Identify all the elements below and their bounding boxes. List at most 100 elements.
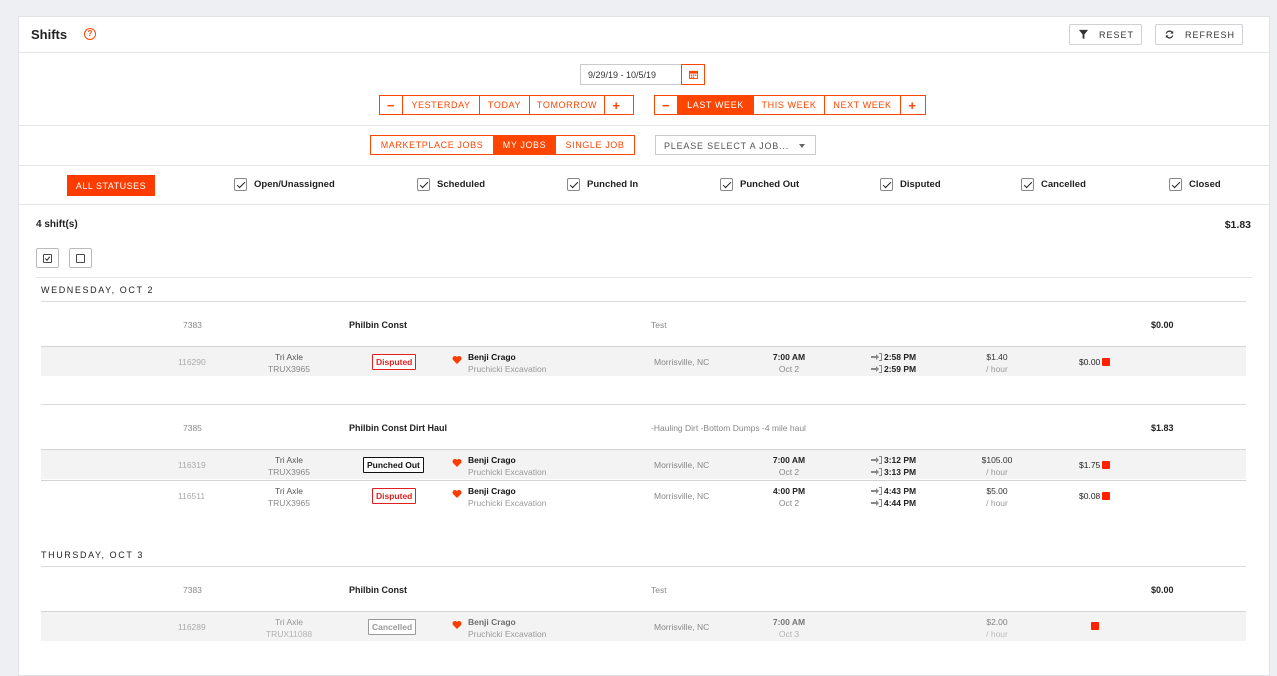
shift-row[interactable]: 116319 Tri Axle TRUX3965 Punched Out Benj…	[41, 449, 1246, 479]
note-icon[interactable]	[1102, 358, 1111, 366]
job-description: -Hauling Dirt -Bottom Dumps -4 mile haul	[651, 423, 806, 433]
checkbox-checked-icon	[43, 253, 52, 263]
day-header: THURSDAY, OCT 3	[41, 550, 145, 560]
checkbox-checked-icon	[880, 178, 893, 191]
status-filter-row: ALL STATUSES Open/Unassigned Scheduled P…	[19, 166, 1269, 205]
punch-out-icon	[871, 468, 882, 476]
date-range-input[interactable]: 9/29/19 - 10/5/19	[580, 64, 682, 85]
heart-icon[interactable]	[452, 620, 462, 630]
day-nav: − YESTERDAY TODAY TOMORROW +	[379, 95, 634, 115]
shift-rate: $1.40/ hour	[986, 352, 1008, 374]
heart-icon[interactable]	[452, 489, 462, 499]
prev-day-button[interactable]: −	[380, 96, 403, 114]
shift-id: 116289	[178, 622, 206, 632]
checkbox-checked-icon	[1169, 178, 1182, 191]
note-icon[interactable]	[1102, 461, 1111, 469]
shift-start: 7:00 AM Oct 2	[772, 455, 806, 477]
reset-button[interactable]: RESET	[1069, 24, 1142, 45]
status-closed-checkbox[interactable]: Closed	[1169, 178, 1221, 191]
select-all-button[interactable]	[36, 248, 59, 268]
prev-week-button[interactable]: −	[655, 96, 678, 114]
shift-start: 7:00 AM Oct 3	[772, 617, 806, 639]
shift-pay: $0.08	[1079, 491, 1111, 501]
status-disputed-checkbox[interactable]: Disputed	[880, 178, 941, 191]
job-name[interactable]: Philbin Const	[349, 320, 407, 330]
job-id: 7385	[183, 423, 202, 433]
marketplace-jobs-tab[interactable]: MARKETPLACE JOBS	[371, 136, 494, 154]
job-description: Test	[651, 585, 667, 595]
all-statuses-button[interactable]: ALL STATUSES	[67, 175, 155, 196]
punch-times: 2:58 PM 2:59 PM	[871, 351, 916, 375]
job-filter-row: MARKETPLACE JOBS MY JOBS SINGLE JOB PLEA…	[19, 126, 1269, 166]
shift-row[interactable]: 116290 Tri Axle TRUX3965 Disputed Benji C…	[41, 346, 1246, 376]
status-badge: Cancelled	[368, 619, 417, 635]
calendar-icon	[688, 70, 698, 79]
truck-info: Tri Axle TRUX3965	[267, 486, 311, 508]
help-icon[interactable]: ?	[84, 28, 96, 40]
shift-count: 4 shift(s)	[36, 219, 78, 230]
note-icon[interactable]	[1091, 622, 1099, 630]
refresh-button[interactable]: REFRESH	[1155, 24, 1243, 45]
refresh-icon	[1165, 30, 1174, 39]
job-select[interactable]: PLEASE SELECT A JOB...	[655, 135, 816, 155]
punch-in-icon	[871, 456, 882, 464]
status-badge: Disputed	[372, 488, 417, 504]
day-header: WEDNESDAY, OCT 2	[41, 285, 155, 295]
single-job-tab[interactable]: SINGLE JOB	[556, 136, 634, 154]
header-bar: Shifts ? RESET REFRESH	[19, 17, 1269, 53]
today-button[interactable]: TODAY	[480, 96, 530, 114]
calendar-button[interactable]	[681, 64, 705, 85]
status-scheduled-checkbox[interactable]: Scheduled	[417, 178, 485, 191]
job-name[interactable]: Philbin Const	[349, 585, 407, 595]
status-punched-out-checkbox[interactable]: Punched Out	[720, 178, 799, 191]
job-scope-toggle: MARKETPLACE JOBS MY JOBS SINGLE JOB	[370, 135, 635, 155]
driver-info: Benji Crago Pruchicki Excavation	[468, 352, 547, 374]
job-row[interactable]: 7383 Philbin Const Test $0.00	[41, 311, 1246, 339]
status-punched-in-checkbox[interactable]: Punched In	[567, 178, 638, 191]
last-week-button[interactable]: LAST WEEK	[678, 96, 754, 114]
tomorrow-button[interactable]: TOMORROW	[530, 96, 605, 114]
shift-location: Morrisville, NC	[654, 357, 710, 367]
shift-location: Morrisville, NC	[654, 460, 710, 470]
job-id: 7383	[183, 585, 202, 595]
punch-out-icon	[871, 365, 882, 373]
checkbox-checked-icon	[567, 178, 580, 191]
shift-start: 4:00 PM Oct 2	[772, 486, 806, 508]
status-open-checkbox[interactable]: Open/Unassigned	[234, 178, 335, 191]
driver-info: Benji Crago Pruchicki Excavation	[468, 455, 547, 477]
checkbox-checked-icon	[234, 178, 247, 191]
shift-row[interactable]: 116289 Tri Axle TRUX11088 Cancelled Benji…	[41, 611, 1246, 641]
note-icon[interactable]	[1102, 492, 1111, 500]
job-row[interactable]: 7383 Philbin Const Test $0.00	[41, 576, 1246, 604]
status-cancelled-checkbox[interactable]: Cancelled	[1021, 178, 1086, 191]
heart-icon[interactable]	[452, 458, 462, 468]
my-jobs-tab[interactable]: MY JOBS	[494, 136, 556, 154]
next-week-step-button[interactable]: +	[901, 96, 924, 114]
job-name[interactable]: Philbin Const Dirt Haul	[349, 423, 447, 433]
shift-start: 7:00 AM Oct 2	[772, 352, 806, 374]
job-row[interactable]: 7385 Philbin Const Dirt Haul -Hauling Di…	[41, 414, 1246, 442]
next-day-button[interactable]: +	[605, 96, 628, 114]
driver-info: Benji Crago Pruchicki Excavation	[468, 617, 547, 639]
deselect-all-button[interactable]	[69, 248, 92, 268]
this-week-button[interactable]: THIS WEEK	[754, 96, 825, 114]
yesterday-button[interactable]: YESTERDAY	[403, 96, 480, 114]
checkbox-empty-icon	[76, 253, 85, 263]
shift-rate: $2.00/ hour	[986, 617, 1008, 639]
divider	[36, 277, 1252, 278]
punch-in-icon	[871, 353, 882, 361]
shift-row[interactable]: 116511 Tri Axle TRUX3965 Disputed Benji C…	[41, 480, 1246, 510]
checkbox-checked-icon	[417, 178, 430, 191]
shift-id: 116290	[178, 357, 206, 367]
shift-pay: $1.75	[1079, 460, 1111, 470]
heart-icon[interactable]	[452, 355, 462, 365]
shift-id: 116319	[178, 460, 206, 470]
page-title: Shifts	[31, 27, 68, 42]
week-nav: − LAST WEEK THIS WEEK NEXT WEEK +	[654, 95, 926, 115]
status-badge: Punched Out	[363, 457, 424, 473]
divider	[41, 566, 1246, 567]
status-badge: Disputed	[372, 354, 417, 370]
chevron-down-icon	[799, 144, 805, 148]
punch-out-icon	[871, 499, 882, 507]
next-week-button[interactable]: NEXT WEEK	[825, 96, 901, 114]
